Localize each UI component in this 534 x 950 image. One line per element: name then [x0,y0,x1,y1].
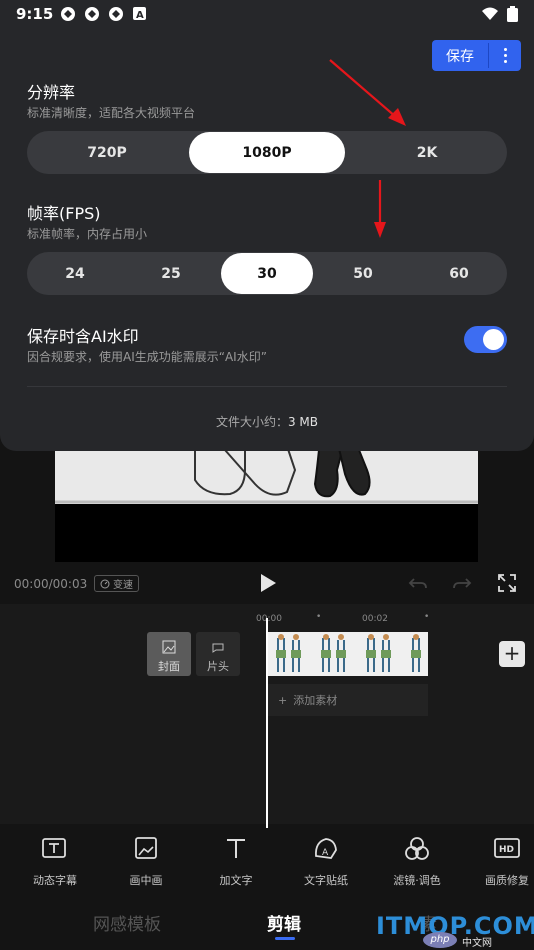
file-size-estimate: 文件大小约：3 MB [0,413,534,430]
fps-option-30[interactable]: 30 [221,253,313,294]
a-badge-icon: A [133,7,146,20]
cover-label: 封面 [158,660,180,673]
text-sticker-icon: A [315,838,337,859]
speed-button[interactable]: 变速 [94,575,139,592]
save-button[interactable]: 保存 [432,40,488,71]
save-button-group: 保存 [432,40,521,71]
tab-edit[interactable]: 剪辑 [267,910,301,935]
add-material-label: 添加素材 [293,694,338,707]
playback-controls: 00:00/00:03 变速 [0,568,534,600]
svg-text:A: A [322,848,329,858]
app-root: 00:00/00:03 变速 00:00 • 00:02 • 封面 片头 + 添… [0,0,534,950]
add-material-button[interactable]: + 添加素材 [268,684,428,716]
dynamic-subtitle-icon [42,838,66,858]
battery-icon [507,6,518,22]
ai-watermark-toggle[interactable] [464,326,507,353]
plus-icon: + [503,641,521,665]
ai-watermark-title: 保存时含AI水印 [27,327,139,346]
divider [27,386,507,387]
tool-label: 画中画 [129,874,163,887]
ai-watermark-subtitle: 因合规要求，使用AI生成功能需展示“AI水印” [27,350,267,364]
fps-subtitle: 标准帧率，内存占用小 [27,227,148,241]
ruler-tick-label: 00:00 [256,614,282,624]
tool-label: 文字贴纸 [304,874,348,887]
fullscreen-icon[interactable] [497,573,517,593]
tool-add-text[interactable]: 加文字 [196,836,276,888]
resolution-option-1080p[interactable]: 1080P [189,132,345,173]
wifi-icon [482,7,498,20]
fps-option-24[interactable]: 24 [27,252,123,295]
notification-icon [85,7,99,21]
intro-icon [212,643,224,653]
plus-icon: + [278,693,288,707]
undo-icon[interactable] [408,573,428,593]
ruler-dot: • [424,612,430,622]
picture-in-picture-icon [135,837,157,859]
edit-toolbar: 动态字幕 画中画 加文字 A 文字贴纸 滤镜·调色 HD 画质修复 [0,836,534,892]
speed-icon [100,579,110,588]
export-settings-sheet: 9:15 A 保存 分辨率 标准清晰度，适配各大视频平台 720P 1080P … [0,0,534,451]
status-bar: 9:15 A [0,0,534,28]
cover-button[interactable]: 封面 [147,632,191,676]
tool-picture-in-picture[interactable]: 画中画 [106,836,186,888]
intro-button[interactable]: 片头 [196,632,240,676]
resolution-option-2k[interactable]: 2K [347,131,507,174]
file-size-label: 文件大小约： [215,415,288,429]
svg-text:A: A [136,10,144,20]
tab-indicator [275,937,295,940]
timeline[interactable]: 00:00 • 00:02 • 封面 片头 + 添加素材 + [0,604,534,828]
more-vertical-icon[interactable] [489,40,521,71]
notification-icon [109,7,123,21]
tool-quality-repair[interactable]: HD 画质修复 [467,836,534,888]
status-time: 9:15 [16,5,54,23]
fps-selector: 24 25 30 50 60 [27,252,507,295]
tool-label: 画质修复 [485,874,529,887]
clip-thumbnails [276,634,421,672]
tool-label: 动态字幕 [33,874,77,887]
fps-title: 帧率(FPS) [27,204,101,223]
video-clip[interactable] [268,632,428,676]
php-logo: php [423,932,457,948]
file-size-value: 3 MB [287,415,319,429]
toggle-knob [483,329,504,350]
svg-text:HD: HD [499,845,514,855]
resolution-title: 分辨率 [27,83,76,102]
tool-dynamic-subtitle[interactable]: 动态字幕 [15,836,95,888]
ruler-dot: • [316,612,322,622]
fps-option-50[interactable]: 50 [315,252,411,295]
tool-filter[interactable]: 滤镜·调色 [377,836,457,888]
video-preview[interactable] [55,440,478,562]
ruler-tick-label: 00:02 [362,614,388,624]
watermark-site: 中文网 [462,938,492,949]
notification-icon [61,7,75,21]
tab-templates[interactable]: 网感模板 [93,910,161,935]
hd-icon: HD [494,838,520,858]
text-icon [227,839,245,858]
fps-option-60[interactable]: 60 [411,252,507,295]
resolution-option-720p[interactable]: 720P [27,131,187,174]
resolution-selector: 720P 1080P 2K [27,131,507,174]
filter-icon [405,837,429,860]
redo-icon[interactable] [452,573,472,593]
image-icon [162,640,176,654]
resolution-subtitle: 标准清晰度，适配各大视频平台 [27,106,196,120]
play-icon[interactable] [259,573,277,593]
intro-label: 片头 [207,660,229,673]
tool-label: 滤镜·调色 [393,874,441,887]
tool-text-sticker[interactable]: A 文字贴纸 [286,836,366,888]
timecode: 00:00/00:03 [14,577,88,591]
tool-label: 加文字 [219,874,253,887]
add-clip-button[interactable]: + [499,641,525,667]
speed-label: 变速 [113,580,133,591]
fps-option-25[interactable]: 25 [123,252,219,295]
playhead[interactable] [266,618,268,828]
